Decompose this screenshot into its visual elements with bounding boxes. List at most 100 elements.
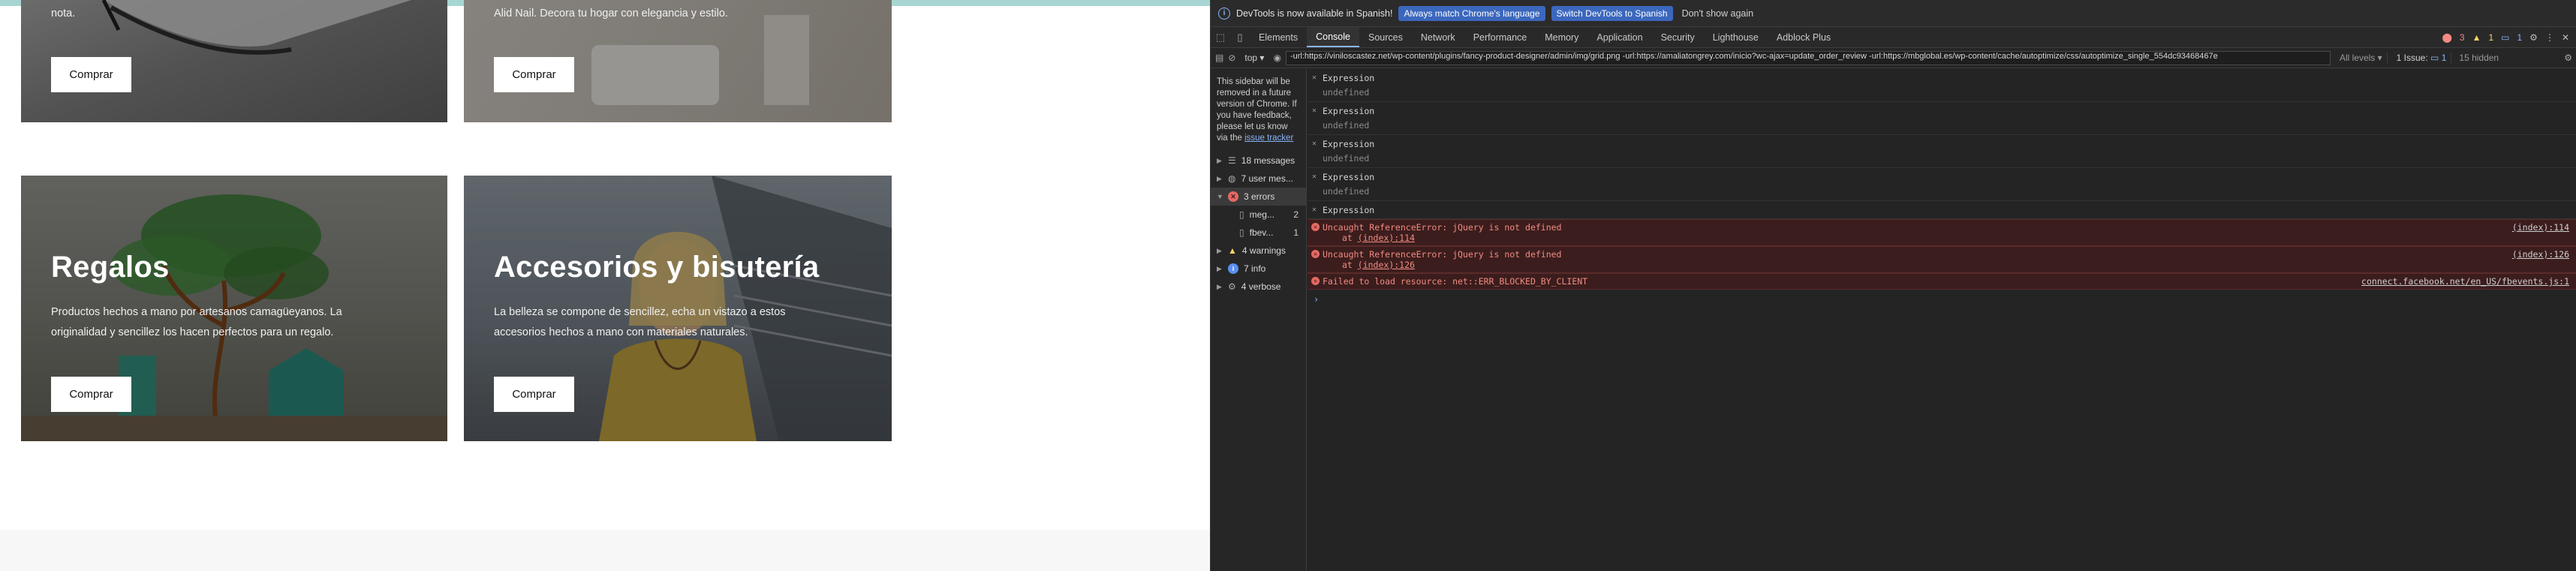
live-expression[interactable]: ✕ Expression undefined (1308, 135, 2576, 168)
close-devtools-icon[interactable]: ✕ (2562, 32, 2569, 43)
inspect-element-icon[interactable]: ⬚ (1211, 27, 1230, 47)
website-viewport: nota. Comprar Alid Nail. Decora tu hogar… (0, 0, 1210, 571)
gear-icon: ⚙ (1228, 281, 1236, 292)
footer-band (0, 530, 1210, 571)
info-icon: i (1218, 7, 1230, 20)
warning-count: 1 (2488, 32, 2494, 43)
console-error-row[interactable]: ✕ Uncaught ReferenceError: jQuery is not… (1308, 219, 2576, 246)
issues-button[interactable]: 1 Issue: ▭ 1 (2392, 53, 2452, 63)
error-icon: ✕ (1228, 191, 1238, 202)
language-infobar: i DevTools is now available in Spanish! … (1211, 0, 2576, 27)
error-icon: ✕ (1311, 250, 1320, 258)
tab-security[interactable]: Security (1652, 27, 1704, 47)
log-levels-dropdown[interactable]: All levels ▾ (2335, 53, 2388, 63)
buy-button[interactable]: Comprar (494, 57, 574, 92)
category-card-regalos: Regalos Productos hechos a mano por arte… (21, 176, 447, 441)
source-link[interactable]: (index):114 (2512, 222, 2569, 233)
card-description-line1: La belleza se compone de sencillez, echa… (494, 306, 786, 318)
category-card-sofa: nota. Comprar (21, 0, 447, 122)
tab-lighthouse[interactable]: Lighthouse (1704, 27, 1768, 47)
live-expression-eye-icon[interactable]: ◉ (1273, 53, 1280, 63)
sidebar-item-verbose[interactable]: ▶ ⚙ 4 verbose (1211, 278, 1306, 296)
hidden-messages-count: 15 hidden (2459, 53, 2499, 63)
console-error-row[interactable]: ✕ Failed to load resource: net::ERR_BLOC… (1308, 273, 2576, 290)
tab-network[interactable]: Network (1412, 27, 1464, 47)
console-filter-input[interactable]: -url:https://viniloscastez.net/wp-conten… (1285, 50, 2331, 65)
console-sidebar: This sidebar will be removed in a future… (1211, 69, 1307, 571)
sidebar-deprecation-note: This sidebar will be removed in a future… (1217, 77, 1297, 143)
message-count: 1 (2517, 32, 2523, 43)
sidebar-subitem-file[interactable]: ▯ meg... 2 (1211, 206, 1306, 224)
devtools-tabbar: ⬚ ▯ Elements Console Sources Network Per… (1211, 27, 2576, 48)
error-icon: ✕ (1311, 277, 1320, 285)
warning-icon: ▲ (1228, 245, 1237, 256)
switch-language-button[interactable]: Switch DevTools to Spanish (1551, 5, 1673, 21)
sidebar-item-messages[interactable]: ▶ ☰ 18 messages (1211, 152, 1306, 170)
match-language-button[interactable]: Always match Chrome's language (1398, 5, 1545, 21)
stack-link[interactable]: (index):126 (1358, 260, 1415, 270)
devtools-status-counters[interactable]: ⬤ 3 ▲ 1 ▭ 1 ⚙ ⋮ ✕ (2442, 27, 2576, 47)
list-icon: ☰ (1228, 155, 1236, 166)
console-settings-gear-icon[interactable]: ⚙ (2564, 53, 2576, 63)
sidebar-toggle-icon[interactable]: ▤ (1215, 53, 1223, 63)
tab-application[interactable]: Application (1587, 27, 1651, 47)
error-count-icon: ⬤ (2442, 32, 2452, 43)
live-expression[interactable]: ✕ Expression undefined (1308, 102, 2576, 135)
card-description-line1: Productos hechos a mano por artesanos ca… (51, 306, 342, 318)
console-filterbar: ▤ ⊘ top ▾ ◉ -url:https://viniloscastez.n… (1211, 48, 2576, 68)
buy-button[interactable]: Comprar (51, 377, 131, 412)
card-description-line2: originalidad y sencillez los hacen perfe… (51, 326, 334, 338)
tab-sources[interactable]: Sources (1359, 27, 1412, 47)
live-expression[interactable]: ✕ Expression undefined (1308, 168, 2576, 201)
screen: nota. Comprar Alid Nail. Decora tu hogar… (0, 0, 2576, 571)
sidebar-item-warnings[interactable]: ▶ ▲ 4 warnings (1211, 242, 1306, 260)
buy-button[interactable]: Comprar (51, 57, 131, 92)
console-error-row[interactable]: ✕ Uncaught ReferenceError: jQuery is not… (1308, 246, 2576, 273)
clear-console-icon[interactable]: ⊘ (1228, 53, 1235, 63)
file-icon: ▯ (1239, 227, 1244, 238)
close-icon: ✕ (1312, 173, 1317, 181)
console-prompt[interactable]: › (1308, 290, 2576, 305)
devtools-panel: i DevTools is now available in Spanish! … (1210, 0, 2576, 571)
sidebar-item-user-messages[interactable]: ▶ ◍ 7 user mes... (1211, 170, 1306, 188)
tab-performance[interactable]: Performance (1464, 27, 1536, 47)
warning-count-icon: ▲ (2472, 32, 2481, 43)
sidebar-subitem-file[interactable]: ▯ fbev... 1 (1211, 224, 1306, 242)
close-icon: ✕ (1312, 140, 1317, 148)
source-link[interactable]: (index):126 (2512, 249, 2569, 260)
card-title: Accesorios y bisutería (494, 251, 820, 284)
card-description: Alid Nail. Decora tu hogar con elegancia… (494, 8, 728, 20)
message-count-icon: ▭ (2501, 32, 2510, 43)
device-toolbar-icon[interactable]: ▯ (1230, 27, 1250, 47)
close-icon: ✕ (1312, 107, 1317, 115)
info-circle-icon: i (1228, 263, 1238, 274)
context-select[interactable]: top ▾ (1240, 53, 1268, 63)
error-icon: ✕ (1311, 223, 1320, 231)
dont-show-again-button[interactable]: Don't show again (1679, 6, 1757, 21)
tab-console[interactable]: Console (1307, 27, 1359, 47)
console-output: ✕ Expression undefined ✕ Expression unde… (1308, 69, 2576, 571)
tab-elements[interactable]: Elements (1250, 27, 1307, 47)
card-description-line2: accesorios hechos a mano con materiales … (494, 326, 748, 338)
close-icon: ✕ (1312, 74, 1317, 82)
card-description: nota. (51, 8, 76, 20)
tab-memory[interactable]: Memory (1536, 27, 1587, 47)
card-title: Regalos (51, 251, 170, 284)
more-options-icon[interactable]: ⋮ (2545, 32, 2554, 43)
infobar-message: DevTools is now available in Spanish! (1236, 8, 1393, 19)
close-icon: ✕ (1312, 206, 1317, 214)
stack-link[interactable]: (index):114 (1358, 233, 1415, 243)
settings-gear-icon[interactable]: ⚙ (2529, 32, 2538, 43)
tab-adblock-plus[interactable]: Adblock Plus (1768, 27, 1840, 47)
live-expression[interactable]: ✕ Expression undefined (1308, 69, 2576, 102)
issue-tracker-link[interactable]: issue tracker (1244, 134, 1293, 143)
source-link[interactable]: connect.facebook.net/en_US/fbevents.js:1 (2361, 276, 2569, 287)
sidebar-item-info[interactable]: ▶ i 7 info (1211, 260, 1306, 278)
category-card-accesorios: Accesorios y bisutería La belleza se com… (464, 176, 892, 441)
category-card-decor: Alid Nail. Decora tu hogar con elegancia… (464, 0, 892, 122)
file-icon: ▯ (1239, 209, 1244, 220)
live-expression[interactable]: ✕ Expression (1308, 201, 2576, 219)
buy-button[interactable]: Comprar (494, 377, 574, 412)
user-icon: ◍ (1228, 173, 1236, 184)
sidebar-item-errors[interactable]: ▼ ✕ 3 errors (1211, 188, 1306, 206)
